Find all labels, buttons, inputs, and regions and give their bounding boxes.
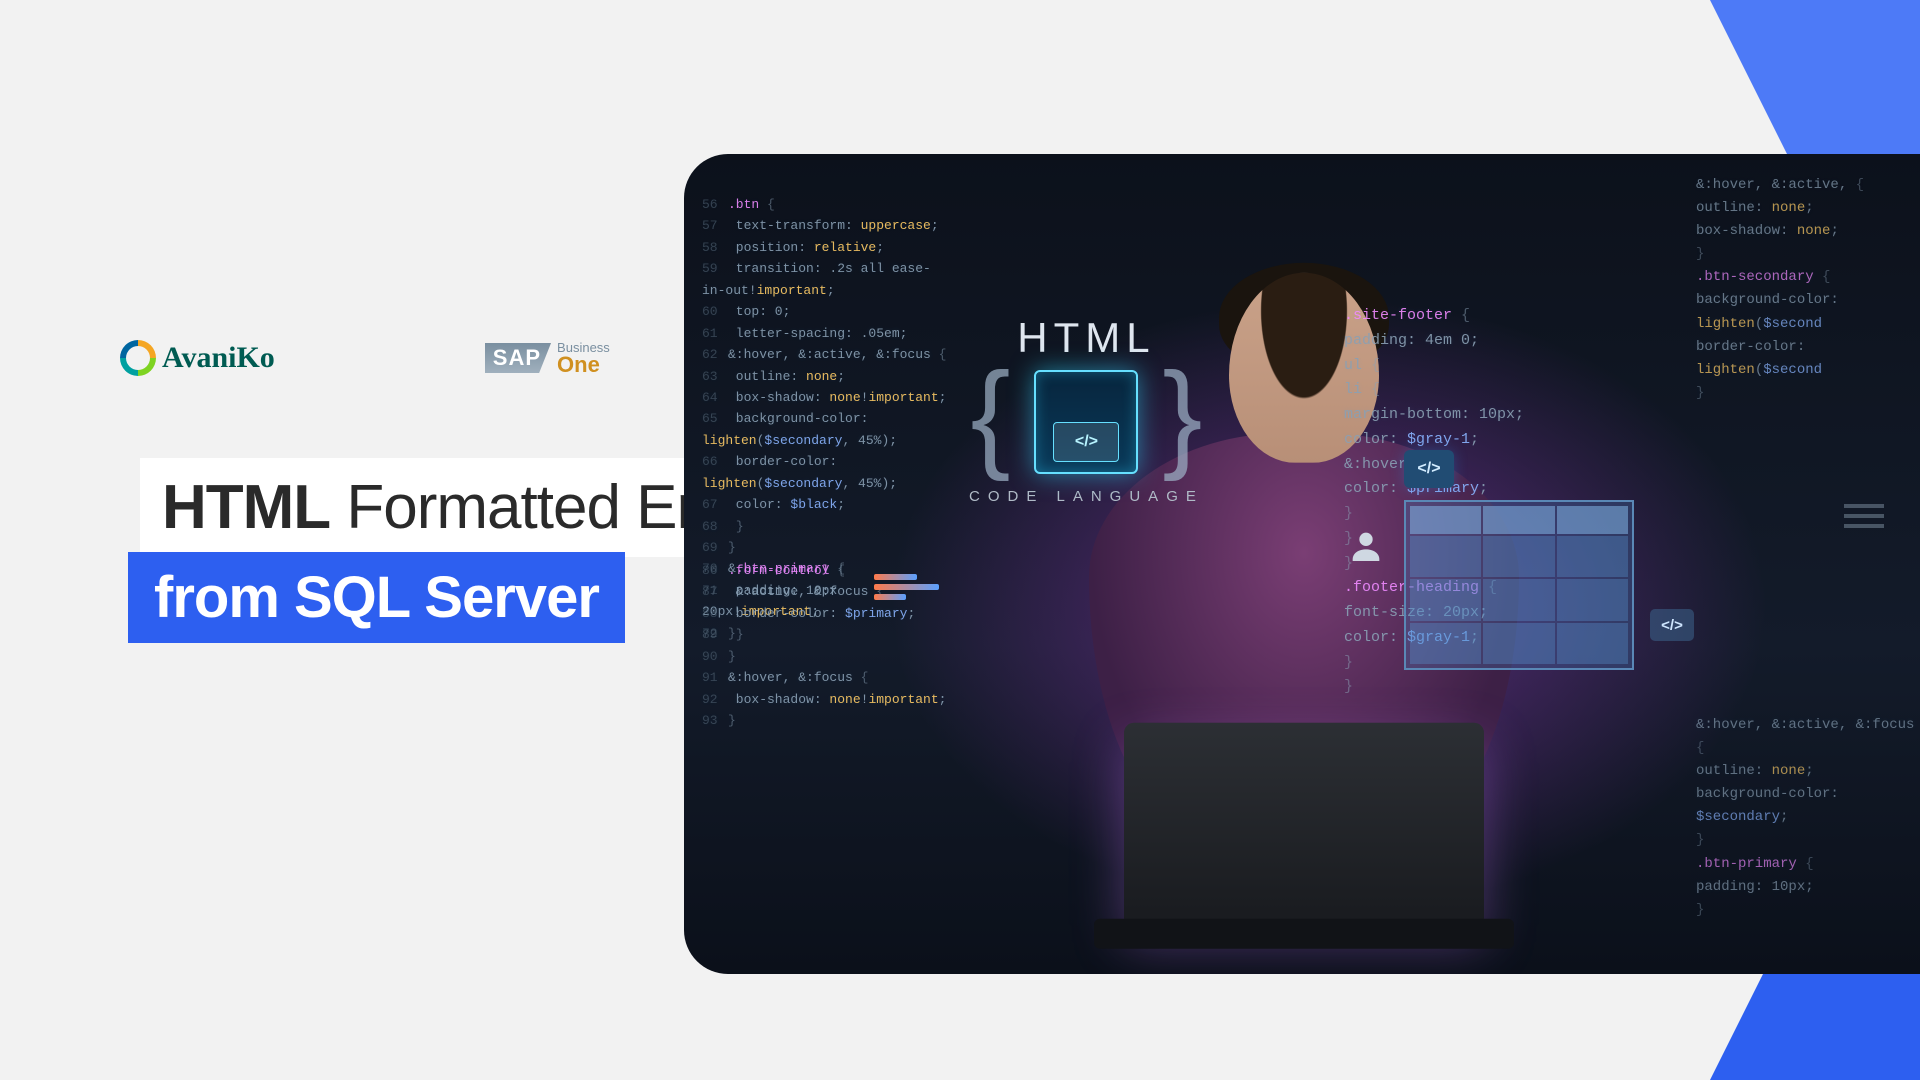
code-angle-chip-small-icon: </> (1650, 609, 1694, 641)
code-overlay-far-right-top: &:hover, &:active, { outline: none; box-… (1696, 174, 1920, 405)
brace-right-icon: } (1162, 370, 1202, 460)
hero-image: HTML { </> } CODE LANGUAGE 56.btn {57 te… (684, 154, 1920, 974)
laptop-icon (1124, 723, 1484, 923)
code-overlay-far-right-bottom: &:hover, &:active, &:focus { outline: no… (1696, 714, 1920, 922)
avaniko-wordmark: AvaniKo (162, 341, 275, 375)
floppy-code-label: </> (1053, 422, 1119, 462)
wireframe-table-icon (1404, 500, 1634, 670)
sap-wordmark: SAP (485, 343, 551, 373)
brace-left-icon: { (970, 370, 1010, 460)
headline-line-2: from SQL Server (128, 552, 625, 643)
html-badge-subtitle: CODE LANGUAGE (969, 488, 1204, 505)
code-angle-chip-icon: </> (1404, 450, 1454, 488)
headline-bold: HTML (162, 473, 330, 542)
mini-bar-chart-icon (874, 574, 946, 618)
hamburger-lines-icon (1844, 504, 1884, 528)
html-code-badge: HTML { </> } CODE LANGUAGE (969, 314, 1204, 505)
logo-row: AvaniKo SAP Business One (120, 340, 610, 376)
logo-avaniko: AvaniKo (120, 340, 275, 376)
floppy-disk-icon: </> (1034, 370, 1138, 474)
avaniko-mark-icon (120, 340, 156, 376)
user-silhouette-icon (1346, 526, 1386, 566)
logo-sap-business-one: SAP Business One (485, 341, 610, 376)
sap-one-label: One (557, 354, 610, 376)
